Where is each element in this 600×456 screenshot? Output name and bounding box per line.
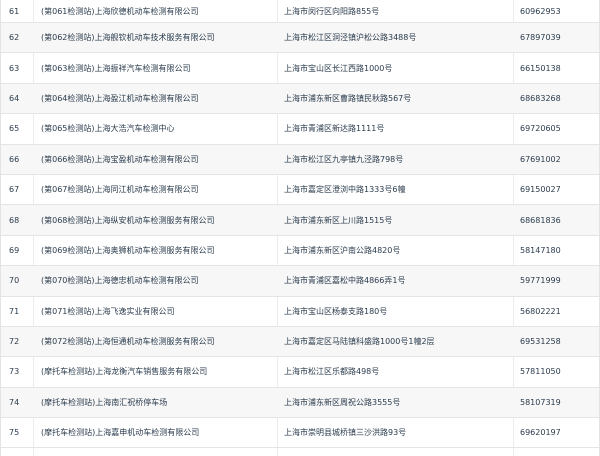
station-phone: 67897039 — [520, 33, 561, 43]
station-phone: 60962953 — [520, 6, 561, 16]
row-number: 62 — [9, 33, 20, 43]
row-number: 72 — [9, 337, 20, 347]
station-phone: 68683268 — [520, 93, 561, 103]
station-address: 上海市闵行区向阳路855号 — [284, 6, 380, 16]
station-address: 上海市青浦区嘉松中路4866弄1号 — [284, 276, 406, 286]
station-phone: 67691002 — [520, 154, 561, 164]
station-address: 上海市青浦区新达路1111号 — [284, 124, 385, 134]
table-row: 70 (第070检测站)上海德忠机动车检测有限公司 上海市青浦区嘉松中路4866弄1… — [1, 266, 599, 297]
station-phone: 69531258 — [520, 337, 561, 347]
table-row: 75 (摩托车检测站)上海嘉申机动车检测有限公司 上海市崇明县城桥镇三沙洪路93号 6… — [1, 418, 599, 449]
table-row: 71 (第071检测站)上海飞逸实业有限公司 上海市宝山区杨泰支路180号 56802… — [1, 297, 599, 327]
station-name: (第065检测站)上海大浩汽车检测中心 — [41, 124, 175, 134]
station-phone: 69620197 — [520, 428, 561, 438]
table-row: 61 (第061检测站)上海欣德机动车检测有限公司 上海市闵行区向阳路855号 609… — [1, 0, 599, 23]
station-phone: 57811050 — [520, 367, 561, 377]
row-number: 70 — [9, 276, 20, 286]
table-body: 61 (第061检测站)上海欣德机动车检测有限公司 上海市闵行区向阳路855号 609… — [1, 0, 599, 449]
table-row: 65 (第065检测站)上海大浩汽车检测中心 上海市青浦区新达路1111号 69720… — [1, 114, 599, 145]
station-name: (第070检测站)上海德忠机动车检测有限公司 — [41, 276, 199, 286]
station-address: 上海市松江区洞泾镇沪松公路3488号 — [284, 33, 417, 43]
row-number: 73 — [9, 367, 20, 377]
table-row: 73 (摩托车检测站)上海龙衡汽车销售服务有限公司 上海市松江区乐都路498号 578… — [1, 357, 599, 388]
station-name: (摩托车检测站)上海龙衡汽车销售服务有限公司 — [41, 367, 208, 377]
station-phone: 56802221 — [520, 306, 561, 316]
station-phone: 66150138 — [520, 63, 561, 73]
table-row: 66 (第066检测站)上海宝盈机动车检测有限公司 上海市松江区九亭镇九泾路798号… — [1, 144, 599, 175]
station-name: (第072检测站)上海恒通机动车检测服务有限公司 — [41, 337, 215, 347]
station-name: (第069检测站)上海奥狮机动车检测服务有限公司 — [41, 245, 215, 255]
row-number: 64 — [9, 93, 20, 103]
station-address: 上海市浦东新区沪南公路4820号 — [284, 245, 401, 255]
station-address: 上海市嘉定区马陆镇科盛路1000号1幢2层 — [284, 337, 435, 347]
station-address: 上海市浦东新区曹路镇民秋路567号 — [284, 93, 412, 103]
station-address: 上海市宝山区长江西路1000号 — [284, 63, 393, 73]
table-row: 64 (第064检测站)上海盈江机动车检测有限公司 上海市浦东新区曹路镇民秋路567… — [1, 83, 599, 115]
station-address: 上海市松江区九亭镇九泾路798号 — [284, 154, 404, 164]
inspection-station-table: 61 (第061检测站)上海欣德机动车检测有限公司 上海市闵行区向阳路855号 609… — [0, 0, 600, 456]
station-name: (第063检测站)上海振祥汽车检测有限公司 — [41, 63, 191, 73]
station-name: (第061检测站)上海欣德机动车检测有限公司 — [41, 6, 199, 16]
station-phone: 58147180 — [520, 245, 561, 255]
table-row: 63 (第063检测站)上海振祥汽车检测有限公司 上海市宝山区长江西路1000号 66… — [1, 53, 599, 84]
table-row: 69 (第069检测站)上海奥狮机动车检测服务有限公司 上海市浦东新区沪南公路482… — [1, 236, 599, 267]
row-number: 65 — [9, 124, 20, 134]
station-phone: 59771999 — [520, 276, 561, 286]
station-phone: 69150027 — [520, 185, 561, 195]
station-name: (第067检测站)上海同江机动车检测有限公司 — [41, 185, 199, 195]
table-row: 67 (第067检测站)上海同江机动车检测有限公司 上海市嘉定区澄浏中路1333号6… — [1, 175, 599, 206]
row-number: 67 — [9, 185, 20, 195]
station-name: (摩托车检测站)上海嘉申机动车检测有限公司 — [41, 428, 200, 438]
row-number: 69 — [9, 245, 20, 255]
station-name: (第064检测站)上海盈江机动车检测有限公司 — [41, 93, 199, 103]
station-address: 上海市崇明县城桥镇三沙洪路93号 — [284, 428, 407, 438]
station-name: (摩托车检测站)上海南汇祝桥停车场 — [41, 397, 168, 407]
table-row: 74 (摩托车检测站)上海南汇祝桥停车场 上海市浦东新区周祝公路3555号 58107… — [1, 387, 599, 419]
row-number: 75 — [9, 428, 20, 438]
station-phone: 69720605 — [520, 124, 561, 134]
row-number: 63 — [9, 63, 20, 73]
row-number: 68 — [9, 215, 20, 225]
station-name: (第066检测站)上海宝盈机动车检测有限公司 — [41, 154, 199, 164]
station-name: (第071检测站)上海飞逸实业有限公司 — [41, 306, 175, 316]
table-row: 72 (第072检测站)上海恒通机动车检测服务有限公司 上海市嘉定区马陆镇科盛路10… — [1, 326, 599, 358]
station-name: (第062检测站)上海舰钦机动车技术服务有限公司 — [41, 33, 215, 43]
station-phone: 68681836 — [520, 215, 561, 225]
station-address: 上海市宝山区杨泰支路180号 — [284, 306, 388, 316]
row-number: 74 — [9, 397, 20, 407]
row-number: 61 — [9, 6, 20, 16]
station-phone: 58107319 — [520, 397, 561, 407]
row-number: 66 — [9, 154, 20, 164]
station-address: 上海市嘉定区澄浏中路1333号6幢 — [284, 185, 406, 195]
table-row: 68 (第068检测站)上海纵安机动车检测服务有限公司 上海市浦东新区上川路1515… — [1, 205, 599, 236]
table-row: 62 (第062检测站)上海舰钦机动车技术服务有限公司 上海市松江区洞泾镇沪松公路3… — [1, 23, 599, 54]
station-address: 上海市浦东新区周祝公路3555号 — [284, 397, 401, 407]
station-name: (第068检测站)上海纵安机动车检测服务有限公司 — [41, 215, 215, 225]
station-address: 上海市松江区乐都路498号 — [284, 367, 380, 377]
row-number: 71 — [9, 306, 20, 316]
station-address: 上海市浦东新区上川路1515号 — [284, 215, 393, 225]
